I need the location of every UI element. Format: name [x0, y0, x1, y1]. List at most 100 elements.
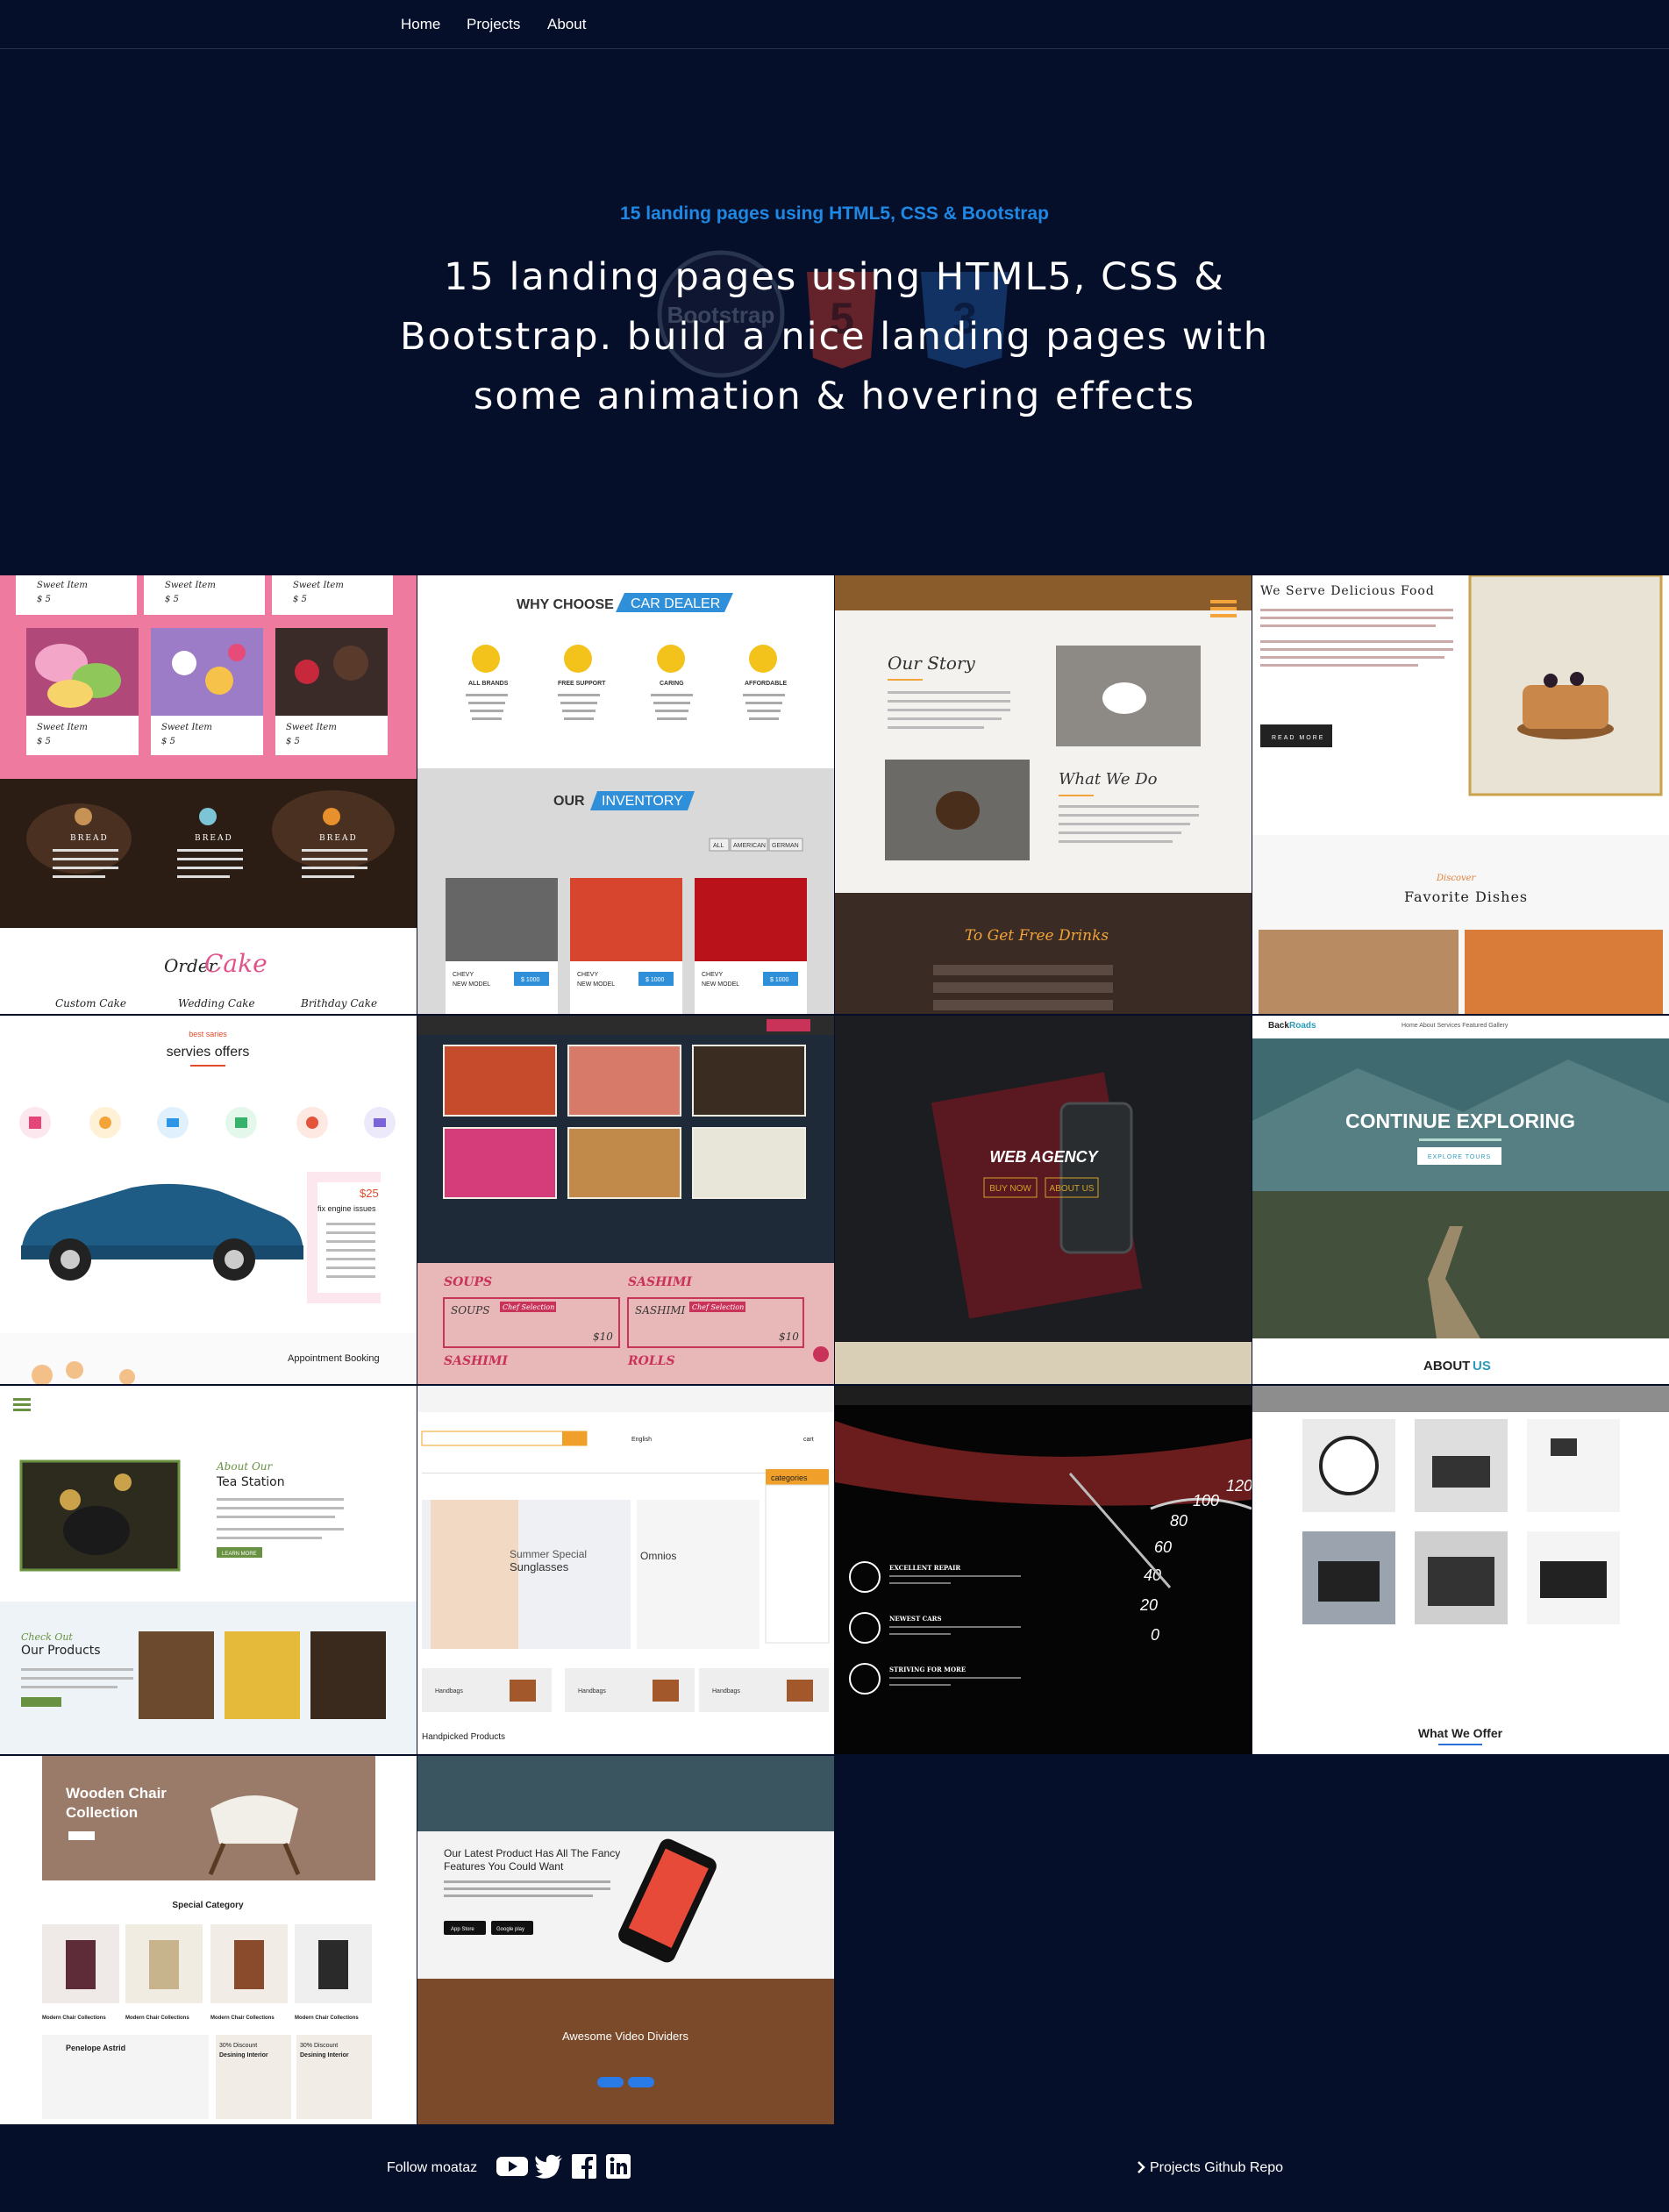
svg-text:Modern Chair Collections: Modern Chair Collections — [295, 2016, 359, 2021]
project-card-backroads[interactable]: Back Roads Home About Services Featured … — [1252, 1016, 1669, 1384]
project-card-wooden-chair[interactable]: Wooden Chair Collection Special Category… — [0, 1756, 417, 2124]
project-card-e-shop[interactable]: English cart categories Summer Special S… — [417, 1386, 834, 1754]
svg-text:Handpicked Products: Handpicked Products — [422, 1732, 505, 1742]
svg-text:READ MORE: READ MORE — [1272, 735, 1324, 741]
svg-text:Check Out: Check Out — [21, 1631, 73, 1643]
svg-text:CARING: CARING — [660, 681, 684, 687]
svg-text:FREE SUPPORT: FREE SUPPORT — [558, 681, 606, 687]
svg-text:SASHIMI: SASHIMI — [635, 1304, 686, 1316]
svg-text:BUY NOW: BUY NOW — [989, 1184, 1031, 1194]
svg-text:ALL BRANDS: ALL BRANDS — [468, 681, 509, 687]
svg-text:WHY CHOOSE: WHY CHOOSE — [517, 597, 614, 612]
svg-text:ABOUT US: ABOUT US — [1050, 1184, 1095, 1194]
project-card-car-repair[interactable]: 0 20 40 60 80 100 120 EXCELLENT REPAIR NEWES… — [835, 1386, 1252, 1754]
project-card-camera-gallery[interactable]: What We Offer — [1252, 1386, 1669, 1754]
svg-text:CAR DEALER: CAR DEALER — [631, 596, 720, 611]
svg-text:Google play: Google play — [496, 1927, 524, 1932]
svg-text:BREAD: BREAD — [195, 834, 233, 843]
project-card-web-agency[interactable]: WEB AGENCY BUY NOW ABOUT US — [835, 1016, 1252, 1384]
svg-text:Modern Chair Collections: Modern Chair Collections — [42, 2016, 106, 2021]
svg-text:$ 1000: $ 1000 — [770, 977, 789, 983]
svg-text:LEARN MORE: LEARN MORE — [222, 1552, 257, 1557]
svg-text:NEW MODEL: NEW MODEL — [702, 981, 739, 988]
project-card-app-landing[interactable]: Our Latest Product Has All The Fancy Fea… — [417, 1756, 834, 2124]
svg-text:Summer Special: Summer Special — [510, 1548, 587, 1560]
svg-text:Appointment Booking: Appointment Booking — [288, 1353, 380, 1364]
svg-text:STRIVING FOR MORE: STRIVING FOR MORE — [889, 1666, 966, 1673]
facebook-icon[interactable] — [572, 2154, 596, 2179]
svg-text:NEWEST CARS: NEWEST CARS — [889, 1615, 942, 1623]
svg-text:$ 5: $ 5 — [161, 737, 175, 746]
svg-text:WEB AGENCY: WEB AGENCY — [989, 1148, 1099, 1166]
svg-text:Brithday Cake: Brithday Cake — [300, 997, 377, 1010]
svg-text:We Serve Delicious Food: We Serve Delicious Food — [1260, 584, 1435, 598]
svg-text:Features You Could Want: Features You Could Want — [444, 1860, 564, 1873]
svg-text:EXCELLENT REPAIR: EXCELLENT REPAIR — [889, 1564, 960, 1572]
svg-text:Handbags: Handbags — [712, 1688, 740, 1695]
svg-text:0: 0 — [1151, 1626, 1159, 1644]
svg-text:GERMAN: GERMAN — [772, 843, 799, 849]
svg-text:$10: $10 — [779, 1331, 799, 1343]
svg-text:Modern Chair Collections: Modern Chair Collections — [210, 2016, 275, 2021]
svg-text:SASHIMI: SASHIMI — [444, 1354, 508, 1368]
svg-text:Awesome Video Dividers: Awesome Video Dividers — [562, 2030, 689, 2043]
svg-text:SASHIMI: SASHIMI — [628, 1275, 692, 1289]
svg-text:App Store: App Store — [451, 1927, 474, 1932]
svg-text:$10: $10 — [593, 1331, 613, 1343]
svg-text:20: 20 — [1139, 1596, 1158, 1614]
svg-text:Collection: Collection — [66, 1804, 138, 1821]
svg-text:Chef Selection: Chef Selection — [692, 1303, 744, 1311]
svg-text:Sunglasses: Sunglasses — [510, 1560, 569, 1573]
svg-text:NEW MODEL: NEW MODEL — [453, 981, 490, 988]
project-card-tea-station[interactable]: About Our Tea Station LEARN MORE Check O… — [0, 1386, 417, 1754]
svg-text:$ 5: $ 5 — [165, 595, 179, 604]
linkedin-icon[interactable] — [606, 2154, 631, 2179]
svg-text:Handbags: Handbags — [435, 1688, 463, 1695]
svg-text:$ 1000: $ 1000 — [645, 977, 665, 983]
svg-text:Handbags: Handbags — [578, 1688, 606, 1695]
youtube-icon[interactable] — [496, 2154, 528, 2179]
svg-text:Discover: Discover — [1436, 874, 1477, 883]
svg-text:Our Latest Product Has All The: Our Latest Product Has All The Fancy — [444, 1847, 620, 1859]
svg-text:Penelope Astrid: Penelope Astrid — [66, 2044, 125, 2052]
svg-text:cart: cart — [803, 1437, 814, 1443]
svg-text:Wooden Chair: Wooden Chair — [66, 1785, 167, 1802]
svg-text:80: 80 — [1170, 1512, 1188, 1530]
svg-text:About Our: About Our — [216, 1460, 274, 1473]
project-card-cake-shop[interactable]: Sweet Item $ 5 Sweet Item $ 5 Sweet Item $ … — [0, 575, 417, 1014]
svg-text:EXPLORE TOURS: EXPLORE TOURS — [1428, 1154, 1491, 1160]
svg-text:Desining Interior: Desining Interior — [219, 2052, 268, 2059]
footer: Follow moataz Projects Github Repo — [0, 2126, 1669, 2212]
project-card-car-services[interactable]: best saries servies offers $25 fix engin… — [0, 1016, 417, 1384]
svg-text:Modern Chair Collections: Modern Chair Collections — [125, 2016, 189, 2021]
svg-text:Sweet Item: Sweet Item — [165, 581, 216, 590]
svg-text:Sweet Item: Sweet Item — [293, 581, 344, 590]
svg-text:$ 5: $ 5 — [37, 595, 51, 604]
svg-text:Desining Interior: Desining Interior — [300, 2052, 349, 2059]
svg-text:BREAD: BREAD — [319, 834, 358, 843]
svg-text:To Get Free Drinks: To Get Free Drinks — [965, 927, 1109, 945]
svg-text:Omnios: Omnios — [640, 1550, 676, 1562]
twitter-icon[interactable] — [535, 2154, 563, 2179]
project-card-delicious-food[interactable]: We Serve Delicious Food READ MORE Discov… — [1252, 575, 1669, 1014]
svg-text:What We Do: What We Do — [1059, 770, 1158, 788]
svg-text:ALL: ALL — [713, 843, 724, 849]
svg-text:$ 5: $ 5 — [286, 737, 300, 746]
svg-text:CHEVY: CHEVY — [702, 972, 723, 978]
svg-text:ROLLS: ROLLS — [627, 1354, 675, 1368]
svg-text:Back: Back — [1268, 1021, 1289, 1031]
project-card-coffee-story[interactable]: Our Story What We Do To Get Free Drinks — [835, 575, 1252, 1014]
svg-text:English: English — [631, 1437, 652, 1443]
svg-text:Sweet Item: Sweet Item — [286, 723, 337, 732]
svg-text:60: 60 — [1154, 1538, 1172, 1556]
svg-text:ABOUT: ABOUT — [1423, 1359, 1470, 1374]
svg-text:AMERICAN: AMERICAN — [733, 843, 766, 849]
svg-text:Home About Services Featured G: Home About Services Featured Gallery — [1402, 1023, 1509, 1029]
svg-text:best saries: best saries — [189, 1030, 227, 1038]
project-card-car-dealer[interactable]: WHY CHOOSE CAR DEALER ALL BRANDS FREE SU… — [417, 575, 834, 1014]
github-repo-link[interactable]: Projects Github Repo — [1150, 2160, 1283, 2176]
svg-text:Favorite Dishes: Favorite Dishes — [1404, 888, 1528, 905]
hero-title: 15 landing pages using HTML5, CSS & Boot… — [400, 255, 1269, 418]
svg-text:Tea Station: Tea Station — [216, 1475, 285, 1489]
project-card-sushi[interactable]: SOUPS SASHIMI SASHIMI ROLLS SOUPS $10 SAS… — [417, 1016, 834, 1384]
